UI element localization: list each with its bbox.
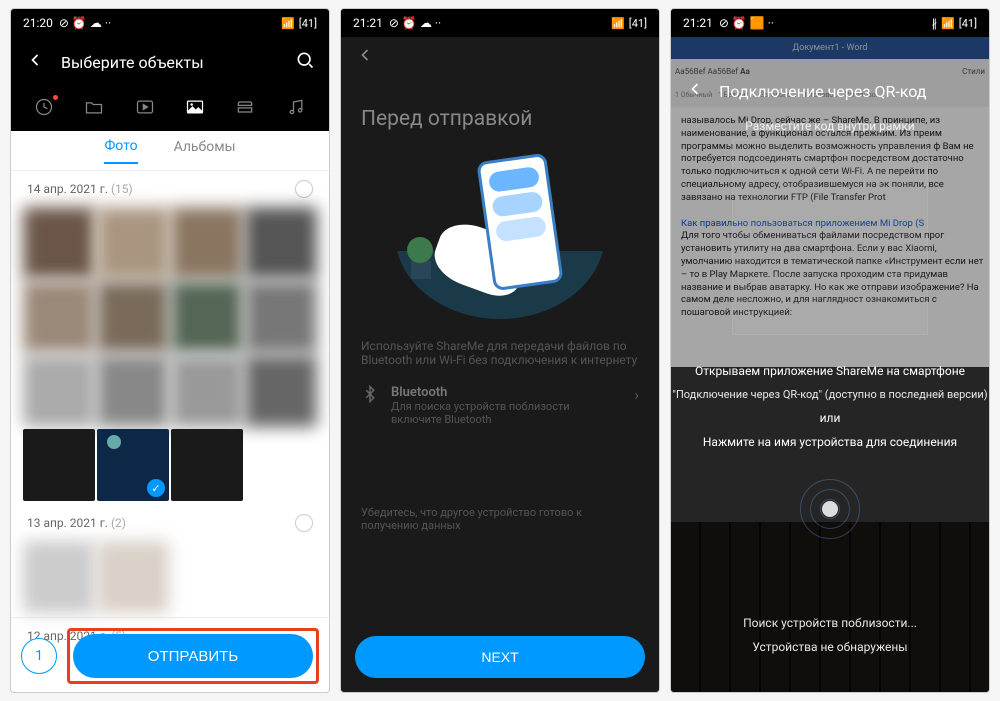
photo-grid-2 (11, 541, 329, 617)
onboarding-description: Используйте ShareMe для передачи файлов … (361, 339, 639, 367)
bluetooth-icon (361, 385, 379, 407)
section-date: 13 апр. 2021 г. (2) (27, 516, 126, 530)
photo-grid-1: ✓ (11, 207, 329, 505)
signal-icon: 📶 (281, 17, 295, 30)
photo-thumbnail[interactable] (171, 207, 243, 279)
section-date: 14 апр. 2021 г. (15) (27, 182, 133, 196)
bluetooth-icon: ∦ (932, 17, 938, 30)
screen-3: 21:21 ⊘ ⏰ 🟧 ·· ∦ 📶 [41] Документ1 - Word… (670, 8, 990, 693)
toolbar-video-icon[interactable] (135, 97, 155, 122)
photo-thumbnail[interactable] (97, 541, 169, 613)
header-title: Выберите объекты (61, 53, 279, 72)
bottom-action-bar: 1 ОТПРАВИТЬ (21, 628, 319, 684)
signal-icon: 📶 (941, 17, 955, 30)
discovery-text: "Подключение через QR-код" (доступно в п… (671, 388, 989, 401)
photo-thumbnail[interactable] (245, 281, 317, 353)
tab-photo[interactable]: Фото (104, 138, 137, 164)
screen-2: 21:21 ⊘ ⏰ ☁ ·· 📶 [41] Перед отправкой Ис… (340, 8, 660, 693)
bluetooth-label: Bluetooth (391, 385, 622, 400)
status-indicators: ⊘ ⏰ ☁ ·· (389, 16, 441, 30)
status-indicators: ⊘ ⏰ 🟧 ·· (719, 16, 774, 30)
photo-thumbnail[interactable] (245, 207, 317, 279)
photo-thumbnail[interactable] (171, 281, 243, 353)
signal-icon: 📶 (611, 17, 625, 30)
send-button[interactable]: ОТПРАВИТЬ (73, 634, 313, 678)
photo-thumbnail[interactable] (23, 281, 95, 353)
highlight-annotation: ОТПРАВИТЬ (67, 628, 319, 684)
status-time: 21:21 (353, 16, 383, 30)
photo-thumbnail[interactable] (171, 355, 243, 427)
searching-text: Поиск устройств поблизости... (671, 616, 989, 630)
photo-thumbnail[interactable] (23, 355, 95, 427)
selected-count-badge[interactable]: 1 (21, 638, 57, 674)
toolbar-music-icon[interactable] (286, 97, 306, 122)
category-toolbar (11, 87, 329, 131)
or-separator: или (671, 411, 989, 425)
header: Выберите объекты (11, 37, 329, 87)
header-title: Подключение через QR-код (719, 82, 926, 101)
photo-thumbnail[interactable] (23, 429, 95, 501)
qr-scan-frame (732, 139, 928, 335)
photo-thumbnail[interactable] (245, 355, 317, 427)
battery-icon: [41] (629, 17, 647, 30)
radar-icon (800, 479, 860, 539)
photo-thumbnail-selected[interactable]: ✓ (97, 429, 169, 501)
qr-hint: Разместите код внутри рамки (671, 119, 989, 133)
selected-check-icon: ✓ (147, 479, 165, 497)
chevron-right-icon: › (634, 385, 639, 404)
onboarding-hint: Убедитесь, что другое устройство готово … (361, 506, 639, 532)
device-discovery: Открываем приложение ShareMe на смартфон… (671, 354, 989, 549)
status-indicators: ⊘ ⏰ ☁ ·· (59, 16, 111, 30)
toolbar-archive-icon[interactable] (235, 97, 255, 122)
photo-thumbnail[interactable] (97, 355, 169, 427)
status-bar: 21:21 ⊘ ⏰ 🟧 ·· ∦ 📶 [41] (671, 9, 989, 37)
illustration (395, 149, 605, 319)
header (341, 37, 659, 77)
photo-thumbnail[interactable] (23, 207, 95, 279)
back-icon[interactable] (685, 79, 705, 103)
onboarding-title: Перед отправкой (361, 107, 639, 131)
date-section-2: 13 апр. 2021 г. (2) (11, 505, 329, 541)
bluetooth-sub: Для поиска устройств поблизости включите… (391, 400, 622, 426)
screen-1: 21:20 ⊘ ⏰ ☁ ·· 📶 [41] Выберите объекты Ф… (10, 8, 330, 693)
battery-icon: [41] (959, 17, 977, 30)
date-section-1: 14 апр. 2021 г. (15) (11, 171, 329, 207)
header: Подключение через QR-код (671, 69, 989, 113)
battery-icon: [41] (299, 17, 317, 30)
toolbar-image-icon[interactable] (185, 97, 205, 122)
photo-thumbnail[interactable] (97, 281, 169, 353)
select-all-checkbox[interactable] (295, 180, 313, 198)
toolbar-recent-icon[interactable] (34, 97, 54, 122)
photo-thumbnail[interactable] (97, 207, 169, 279)
select-all-checkbox[interactable] (295, 514, 313, 532)
tab-albums[interactable]: Альбомы (174, 139, 236, 163)
toolbar-folder-icon[interactable] (84, 97, 104, 122)
bluetooth-option[interactable]: Bluetooth Для поиска устройств поблизост… (361, 385, 639, 426)
photo-thumbnail[interactable] (171, 429, 243, 501)
discovery-status: Поиск устройств поблизости... Устройства… (671, 606, 989, 664)
back-icon[interactable] (355, 45, 375, 69)
discovery-text: Открываем приложение ShareMe на смартфон… (671, 364, 989, 378)
status-bar: 21:20 ⊘ ⏰ ☁ ·· 📶 [41] (11, 9, 329, 37)
onboarding-body: Перед отправкой Используйте ShareMe для … (341, 77, 659, 552)
back-icon[interactable] (25, 50, 45, 74)
status-time: 21:21 (683, 16, 713, 30)
status-bar: 21:21 ⊘ ⏰ ☁ ·· 📶 [41] (341, 9, 659, 37)
discovery-text: Нажмите на имя устройства для соединения (671, 435, 989, 449)
status-time: 21:20 (23, 16, 53, 30)
sub-tabs: Фото Альбомы (11, 131, 329, 171)
search-icon[interactable] (295, 50, 315, 74)
photo-thumbnail[interactable] (23, 541, 95, 613)
next-button[interactable]: NEXT (355, 636, 645, 678)
not-found-text: Устройства не обнаружены (671, 640, 989, 654)
